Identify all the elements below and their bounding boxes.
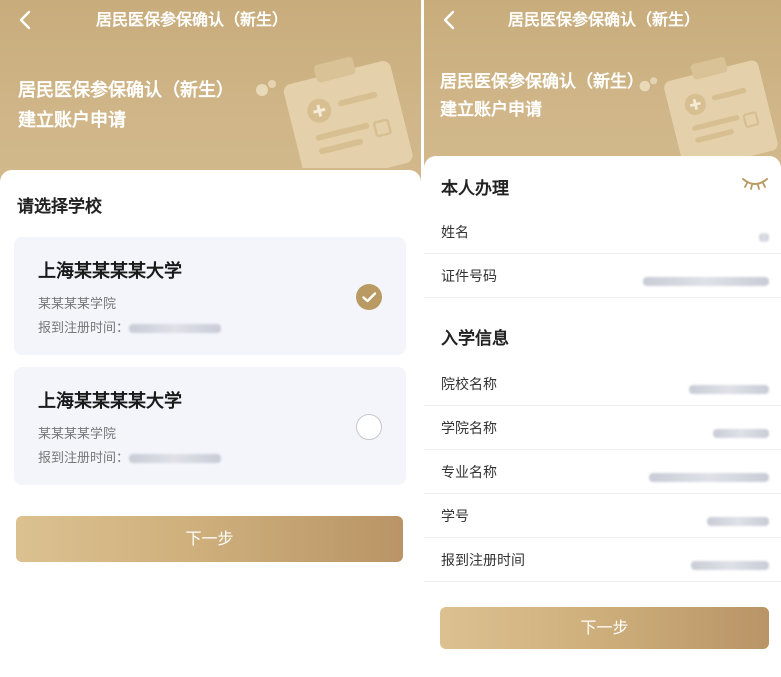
redacted-value (129, 324, 222, 333)
chevron-left-icon (443, 10, 455, 30)
field-row-student-id: 学号 (424, 494, 781, 538)
field-label: 证件号码 (441, 269, 497, 285)
school-select-screen: 居民医保参保确认（新生） 居民医保参保确认（新生） 建立账户申请 请选择学校 上… (0, 0, 421, 677)
field-label: 学院名称 (441, 421, 497, 437)
back-button[interactable] (14, 8, 38, 32)
section-title: 请选择学校 (17, 197, 102, 217)
account-info-screen: 居民医保参保确认（新生） 居民医保参保确认（新生） 建立账户申请 本人办理 姓名… (424, 0, 781, 677)
hero-title: 居民医保参保确认（新生） 建立账户申请 (440, 68, 644, 124)
chevron-left-icon (19, 10, 31, 30)
field-row-id-number: 证件号码 (424, 254, 781, 298)
registration-time-label: 报到注册时间： (38, 451, 130, 466)
field-row-registration-time: 报到注册时间 (424, 538, 781, 582)
redacted-value (649, 467, 769, 486)
enrollment-section-title: 入学信息 (441, 329, 509, 349)
field-row-college: 学院名称 (424, 406, 781, 450)
field-label: 姓名 (441, 225, 469, 241)
field-row-school: 院校名称 (424, 362, 781, 406)
clipboard-illustration-icon (639, 57, 778, 162)
hero-title-line2: 建立账户申请 (18, 110, 126, 131)
redacted-value (713, 423, 769, 442)
school-card[interactable]: 上海某某某某大学 某某某某学院 报到注册时间： (14, 237, 406, 355)
unselected-radio[interactable] (356, 414, 382, 440)
field-row-major: 专业名称 (424, 450, 781, 494)
school-name: 上海某某某某大学 (38, 391, 182, 412)
hero-title: 居民医保参保确认（新生） 建立账户申请 (18, 76, 234, 136)
redacted-value (643, 271, 769, 290)
clipboard-illustration-icon (256, 57, 413, 168)
college-name: 某某某某学院 (38, 297, 117, 312)
field-label: 院校名称 (441, 377, 497, 393)
redacted-value (129, 454, 222, 463)
registration-time-label: 报到注册时间： (38, 321, 130, 336)
college-name: 某某某某学院 (38, 427, 117, 442)
next-button[interactable]: 下一步 (440, 607, 769, 649)
redacted-value (707, 511, 769, 530)
redacted-value (759, 227, 769, 246)
selected-radio[interactable] (356, 284, 382, 310)
field-row-name: 姓名 (424, 210, 781, 254)
hero-title-line1: 居民医保参保确认（新生） (18, 80, 234, 101)
content-sheet: 请选择学校 上海某某某某大学 某某某某学院 报到注册时间： 上海某某某某大学 某… (0, 170, 421, 677)
field-label: 学号 (441, 509, 469, 525)
hero-banner: 居民医保参保确认（新生） 居民医保参保确认（新生） 建立账户申请 (0, 0, 421, 182)
hero-title-line2: 建立账户申请 (440, 100, 542, 120)
field-label: 专业名称 (441, 465, 497, 481)
redacted-value (691, 555, 769, 574)
school-name: 上海某某某某大学 (38, 261, 182, 282)
check-icon (362, 292, 377, 303)
back-button[interactable] (438, 8, 462, 32)
next-button[interactable]: 下一步 (16, 516, 403, 562)
eye-closed-icon[interactable] (741, 174, 769, 192)
redacted-value (689, 379, 769, 398)
hero-title-line1: 居民医保参保确认（新生） (440, 72, 644, 92)
nav-title: 居民医保参保确认（新生） (508, 10, 701, 29)
hero-banner: 居民医保参保确认（新生） 居民医保参保确认（新生） 建立账户申请 (424, 0, 781, 168)
content-sheet: 本人办理 姓名 证件号码 入学信息 院校名称 学院名称 专业名称 学号 报到注册… (424, 156, 781, 677)
registration-time: 报到注册时间： (38, 317, 222, 336)
registration-time: 报到注册时间： (38, 447, 222, 466)
school-card[interactable]: 上海某某某某大学 某某某某学院 报到注册时间： (14, 367, 406, 485)
nav-title: 居民医保参保确认（新生） (96, 10, 289, 29)
field-label: 报到注册时间 (441, 553, 525, 569)
personal-section-title: 本人办理 (441, 179, 509, 199)
